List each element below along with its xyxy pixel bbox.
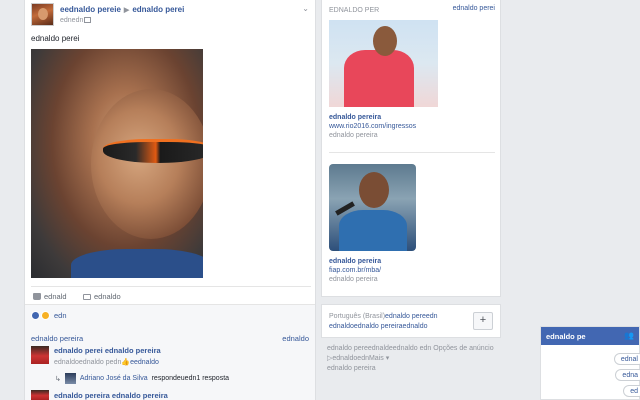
post-caption: ednaldo perei bbox=[31, 34, 80, 43]
reactions-summary[interactable]: edn bbox=[31, 311, 67, 320]
replier-avatar bbox=[64, 373, 76, 384]
haha-reaction-icon bbox=[41, 311, 50, 320]
commenter-avatar[interactable] bbox=[31, 346, 49, 364]
chat-header[interactable]: ednaldo pe 👥 bbox=[541, 327, 639, 345]
language-list: Português (Brasil)ednaldo pereedn ednald… bbox=[329, 312, 469, 332]
language-box: Português (Brasil)ednaldo pereedn ednald… bbox=[321, 304, 501, 338]
comment-body: ednaldo pereira ednaldo pereira bbox=[54, 391, 168, 400]
people-icon[interactable]: 👥 bbox=[624, 331, 634, 340]
photo-sunglasses bbox=[103, 139, 203, 163]
add-language-button[interactable]: + bbox=[473, 312, 493, 330]
comment-icon bbox=[83, 293, 91, 300]
sponsored-panel: EDNALDO PER ednaldo perei ednaldo pereir… bbox=[321, 0, 501, 297]
ad-image[interactable] bbox=[329, 20, 438, 107]
divider bbox=[329, 152, 495, 153]
ad-item[interactable]: ednaldo pereira www.rio2016.com/ingresso… bbox=[329, 20, 495, 139]
feed-post: eednaldo pereie ▶ ednaldo perei ednedn ⌄ e… bbox=[24, 0, 316, 400]
sponsored-title: EDNALDO PER bbox=[329, 7, 380, 14]
current-language: Português (Brasil) bbox=[329, 313, 386, 320]
ad-sponsor: ednaldo pereira bbox=[329, 276, 378, 283]
thumbs-up-icon: 👍 bbox=[121, 359, 131, 366]
footer-links[interactable]: ednaldo pereednaldeednaldo edn Opções de… bbox=[327, 344, 497, 364]
commenter-name[interactable]: ednaldo pereira ednaldo pereira bbox=[54, 391, 168, 400]
post-time[interactable]: ednedn bbox=[60, 17, 83, 24]
post-photo[interactable] bbox=[31, 49, 203, 278]
comments-header: ednaldo pereira ednaldo bbox=[31, 334, 309, 343]
photo-subject bbox=[91, 89, 203, 239]
ad-face bbox=[359, 172, 389, 208]
ad-sponsor: ednaldo pereira bbox=[329, 132, 378, 139]
post-header: eednaldo pereie ▶ ednaldo perei ednedn ⌄ bbox=[31, 3, 311, 27]
author-name[interactable]: eednaldo pereie bbox=[60, 5, 121, 14]
ad-image[interactable] bbox=[329, 164, 416, 251]
comments-count[interactable]: ednaldo bbox=[282, 334, 309, 343]
ad-title[interactable]: ednaldo pereira bbox=[329, 114, 495, 121]
target-name[interactable]: ednaldo perei bbox=[132, 5, 184, 14]
ad-figure bbox=[344, 50, 414, 107]
privacy-icon bbox=[84, 17, 92, 23]
reply-text: respondeuedn1 resposta bbox=[151, 375, 230, 382]
reply-summary[interactable]: ↳ Adriano José da Silva respondeuedn1 re… bbox=[55, 373, 229, 384]
create-ad-link[interactable]: ednaldo perei bbox=[453, 5, 495, 12]
chat-contact-bubble[interactable]: ednal bbox=[613, 353, 640, 365]
chat-contact-bubble[interactable]: ed bbox=[623, 385, 640, 397]
commenter-name[interactable]: ednaldo perei ednaldo pereira bbox=[54, 346, 161, 355]
ad-title[interactable]: ednaldo pereira bbox=[329, 258, 495, 265]
photo-shirt bbox=[71, 249, 203, 278]
like-reaction-icon bbox=[31, 311, 40, 320]
replier-name[interactable]: Adriano José da Silva bbox=[80, 375, 148, 382]
comment-meta-text: ednaldoednaldo pedn bbox=[54, 359, 122, 366]
author-avatar[interactable] bbox=[31, 3, 54, 26]
chevron-down-icon[interactable]: ⌄ bbox=[302, 4, 309, 13]
comment-like-link[interactable]: eednaldo bbox=[130, 359, 159, 366]
comment-button[interactable]: ednaldo bbox=[83, 292, 121, 301]
reply-arrow-icon: ↳ bbox=[55, 375, 61, 383]
ad-figure bbox=[339, 210, 407, 251]
post-actions: ednald ednaldo bbox=[31, 286, 311, 304]
thumbs-up-icon bbox=[33, 293, 41, 300]
chat-contact-bubble[interactable]: edna bbox=[615, 369, 640, 381]
comment-body: ednaldo perei ednaldo pereira bbox=[54, 346, 161, 355]
post-subline: ednedn bbox=[60, 17, 92, 24]
comment-meta: ednaldoednaldo pedn👍eednaldo bbox=[54, 358, 159, 366]
arrow-right-icon: ▶ bbox=[123, 7, 130, 14]
like-label: ednald bbox=[44, 292, 67, 301]
view-more-comments[interactable]: ednaldo pereira bbox=[31, 334, 83, 343]
ad-url[interactable]: www.rio2016.com/ingressos bbox=[329, 123, 495, 130]
ad-url[interactable]: fiap.com.br/mba/ bbox=[329, 267, 495, 274]
ad-face bbox=[373, 26, 397, 56]
commenter-avatar[interactable] bbox=[31, 390, 49, 400]
reactions-label: edn bbox=[54, 311, 67, 320]
sponsored-header: EDNALDO PER ednaldo perei bbox=[329, 5, 495, 14]
comment-label: ednaldo bbox=[94, 292, 121, 301]
chat-panel: ednaldo pe 👥 ednal edna ed bbox=[540, 326, 640, 400]
chat-title: ednaldo pe bbox=[546, 332, 586, 341]
ad-item[interactable]: ednaldo pereira fiap.com.br/mba/ ednaldo… bbox=[329, 164, 495, 283]
author-line: eednaldo pereie ▶ ednaldo perei bbox=[60, 5, 184, 14]
like-button[interactable]: ednald bbox=[33, 292, 67, 301]
footer-copyright: ednaldo pereira bbox=[327, 365, 376, 372]
